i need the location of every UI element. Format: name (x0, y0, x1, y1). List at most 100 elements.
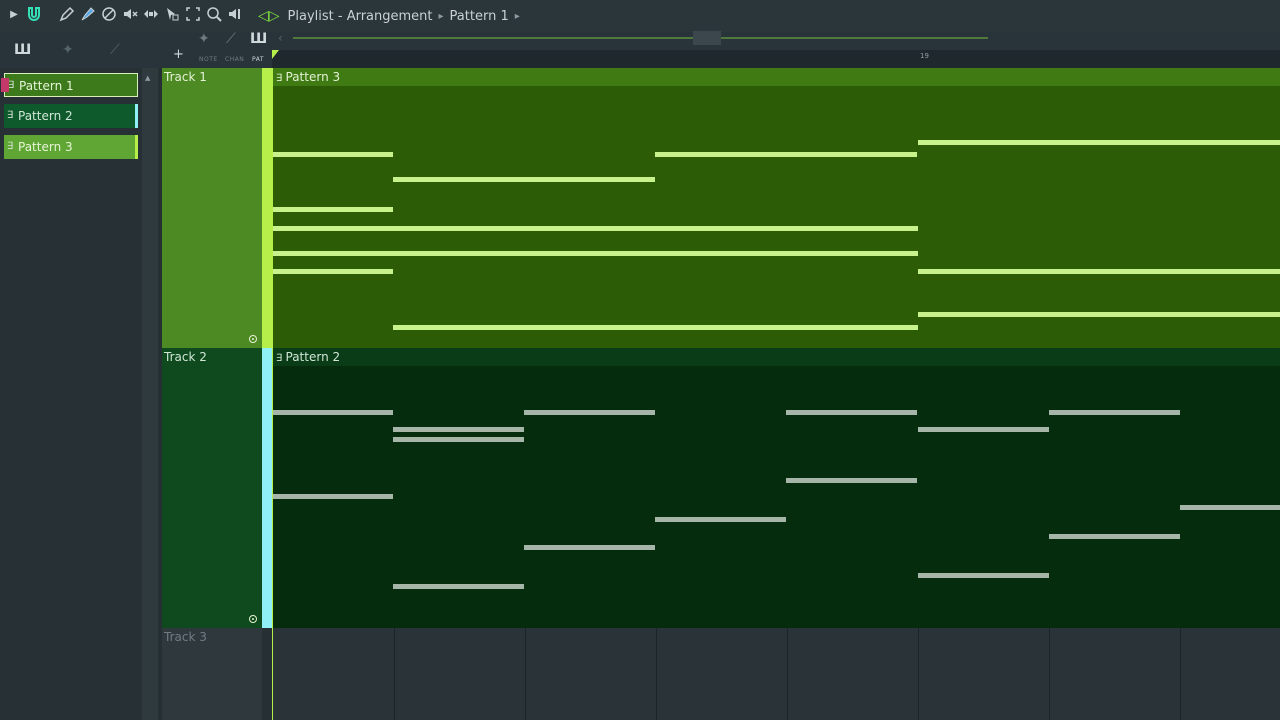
clip-header[interactable]: ∃ Pattern 2 (272, 348, 1280, 366)
pattern-label: Pattern 1 (19, 79, 74, 93)
clip-label: Pattern 3 (285, 70, 341, 84)
note-bar (393, 584, 524, 589)
audio-clip-icon[interactable]: ✦ (62, 42, 74, 58)
picker-scrollbar[interactable]: ▲ (142, 68, 158, 720)
clip-header[interactable]: ∃ Pattern 3 (272, 68, 1280, 86)
note-bar (786, 478, 917, 483)
ruler-bar-number: 19 (920, 52, 929, 60)
chan-mode-icon[interactable]: ⟋ (226, 31, 236, 47)
mute-icon[interactable] (121, 6, 139, 24)
note-bar (272, 410, 393, 415)
note-bar (393, 427, 524, 432)
track-header-2[interactable]: Track 2 (162, 348, 262, 628)
note-mode-label: NOTE (199, 56, 218, 63)
scroll-left-icon[interactable]: ‹ (278, 31, 283, 45)
delete-icon[interactable] (100, 6, 118, 24)
pattern-label: Pattern 3 (18, 140, 73, 154)
bar-gridline (1180, 628, 1181, 720)
note-bar (272, 251, 918, 256)
playhead-marker-icon[interactable] (272, 50, 279, 59)
track-header-3[interactable]: Track 3 (162, 628, 262, 720)
pat-mode-icon[interactable]: Ш (250, 31, 267, 47)
note-bar (272, 226, 918, 231)
note-bar (918, 427, 1049, 432)
bar-gridline (787, 628, 788, 720)
pat-mode-label: PAT (252, 56, 265, 63)
note-bar (272, 269, 393, 274)
pattern-item-2[interactable]: ∃ Pattern 2 (4, 104, 138, 128)
timeline-ruler[interactable]: 19 (272, 50, 1280, 68)
pattern-icon: ∃ (276, 353, 286, 364)
note-bar (393, 177, 655, 182)
note-bar (655, 517, 786, 522)
pattern-item-1[interactable]: ∃ Pattern 1 (1, 73, 138, 97)
playhead-line[interactable] (272, 68, 273, 720)
bar-gridline (525, 628, 526, 720)
note-bar (1049, 410, 1180, 415)
note-bar (393, 437, 524, 442)
pattern-label: Pattern 2 (18, 109, 73, 123)
horizontal-scrollbar[interactable] (293, 31, 988, 45)
note-bar (786, 410, 917, 415)
add-track-button[interactable]: + (173, 47, 184, 62)
note-bar (524, 545, 655, 550)
play-arrow-icon[interactable]: ▶ (5, 6, 23, 24)
playback-icon[interactable] (226, 6, 244, 24)
chan-mode-label: CHAN (225, 56, 245, 63)
breadcrumb-arrow-icon[interactable]: ▸ (515, 11, 520, 22)
note-bar (272, 207, 393, 212)
slip-icon[interactable] (142, 6, 160, 24)
track-3-lane[interactable] (272, 628, 1280, 720)
breadcrumb-separator-icon: ▸ (438, 10, 444, 22)
note-bar (918, 269, 1280, 274)
track-1-color-bar (262, 68, 272, 348)
note-bar (655, 152, 917, 157)
clip-pattern-3[interactable]: ∃ Pattern 3 (272, 68, 1280, 348)
track-name: Track 3 (164, 630, 207, 644)
bar-gridline (394, 628, 395, 720)
piano-roll-icon[interactable]: Ш (14, 42, 31, 58)
track-enable-icon[interactable] (249, 335, 257, 343)
note-bar (918, 140, 1280, 145)
window-title-area: ◁▷ Playlist - Arrangement ▸ Pattern 1 ▸ (258, 5, 526, 27)
track-enable-icon[interactable] (249, 615, 257, 623)
note-bar (1180, 505, 1280, 510)
scrollbar-thumb[interactable] (693, 31, 721, 45)
bar-gridline (656, 628, 657, 720)
magnet-icon[interactable] (25, 6, 43, 24)
clip-pattern-2[interactable]: ∃ Pattern 2 (272, 348, 1280, 628)
breadcrumb-pattern[interactable]: Pattern 1 (450, 9, 509, 24)
note-bar (524, 410, 655, 415)
pattern-picker (0, 68, 142, 720)
note-bar (918, 312, 1280, 317)
note-bar (1049, 534, 1180, 539)
playlist-header: Ш ✦ ⟋ + ✦ NOTE ⟋ CHAN Ш PAT ‹ 19 (0, 31, 1280, 68)
play-green-icon[interactable]: ◁▷ (258, 8, 280, 24)
automation-icon[interactable]: ⟋ (110, 42, 120, 58)
select-icon[interactable] (163, 6, 181, 24)
note-bar (272, 494, 393, 499)
pattern-icon: ∃ (276, 73, 286, 84)
paint-brush-icon[interactable] (79, 6, 97, 24)
pattern-item-3[interactable]: ∃ Pattern 3 (4, 135, 138, 159)
toolbar: ▶ ◁▷ Playlist - Arrangement ▸ Pattern 1 … (0, 0, 1280, 32)
pencil-icon[interactable] (58, 6, 76, 24)
pattern-icon: ∃ (7, 141, 14, 152)
track-header-1[interactable]: Track 1 (162, 68, 262, 348)
clip-label: Pattern 2 (285, 350, 341, 364)
pattern-icon: ∃ (7, 110, 14, 121)
zoom-box-icon[interactable] (184, 6, 202, 24)
note-bar (272, 152, 393, 157)
bar-gridline (1049, 628, 1050, 720)
track-name: Track 2 (164, 350, 207, 364)
zoom-icon[interactable] (205, 6, 223, 24)
track-name: Track 1 (164, 70, 207, 84)
scroll-up-icon[interactable]: ▲ (145, 74, 150, 82)
note-bar (393, 325, 918, 330)
bar-gridline (918, 628, 919, 720)
note-bar (918, 573, 1049, 578)
selected-marker-icon (1, 78, 9, 92)
track-2-color-bar (262, 348, 272, 628)
window-title: Playlist - Arrangement (287, 8, 433, 24)
note-mode-icon[interactable]: ✦ (198, 31, 210, 47)
